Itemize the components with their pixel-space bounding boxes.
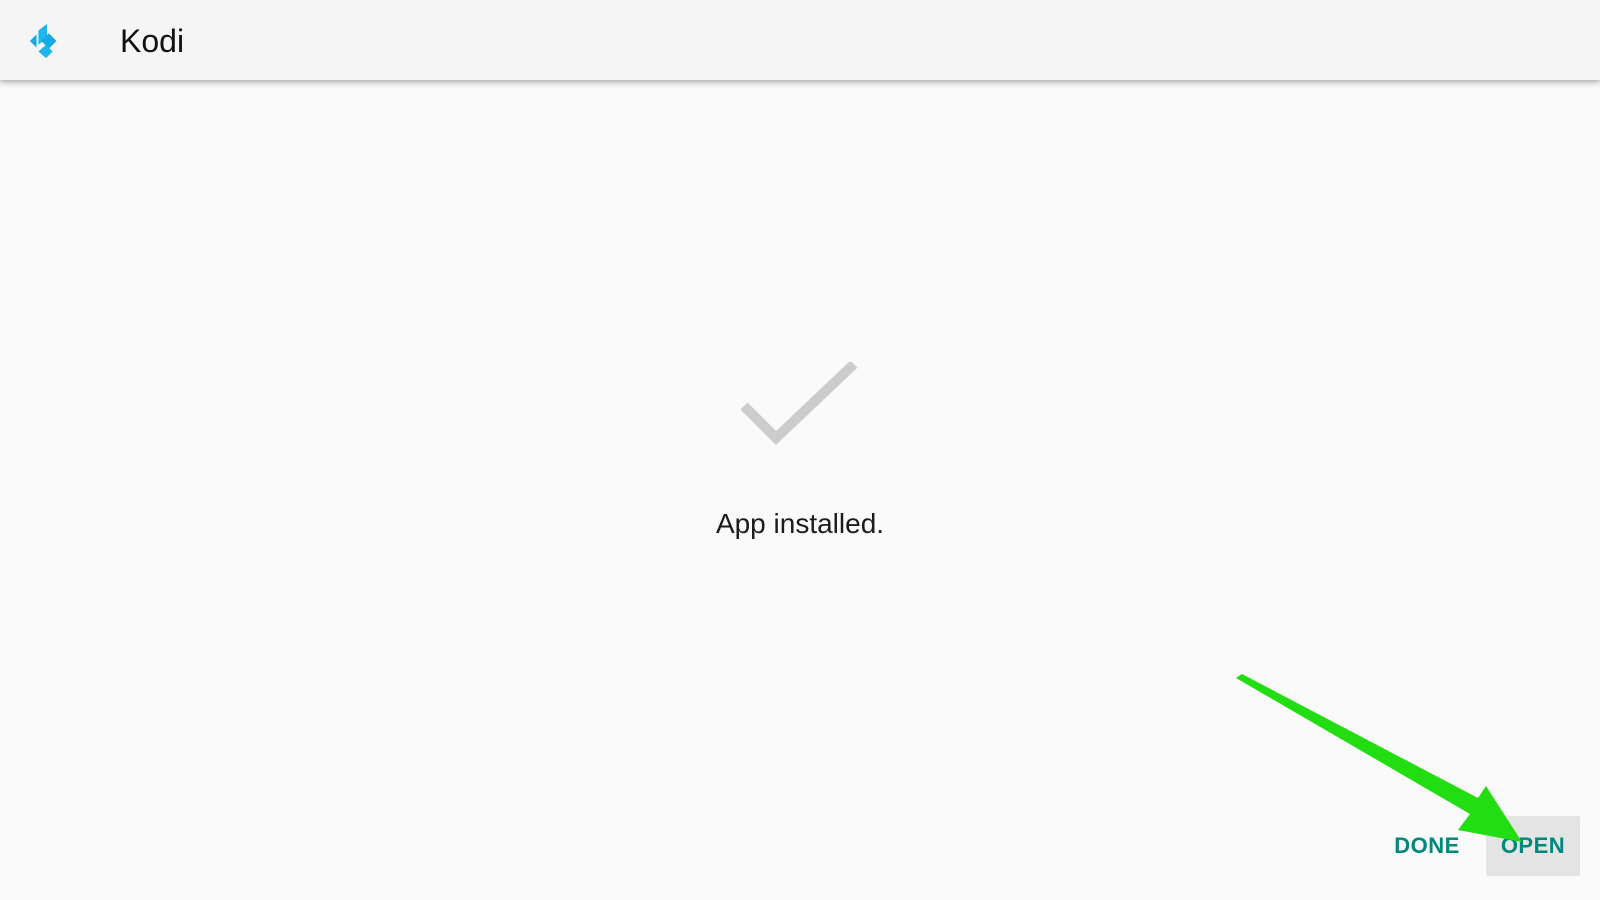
install-status-text: App installed. [715,508,885,539]
app-title: Kodi [120,23,185,59]
open-button[interactable]: OPEN [1486,816,1580,876]
install-complete-screen: Kodi App installed. DONE OPEN [0,0,1600,900]
done-button[interactable]: DONE [1382,816,1472,876]
kodi-logo-icon [29,23,57,59]
app-bar: Kodi [0,0,1600,80]
checkmark-icon [740,362,858,445]
